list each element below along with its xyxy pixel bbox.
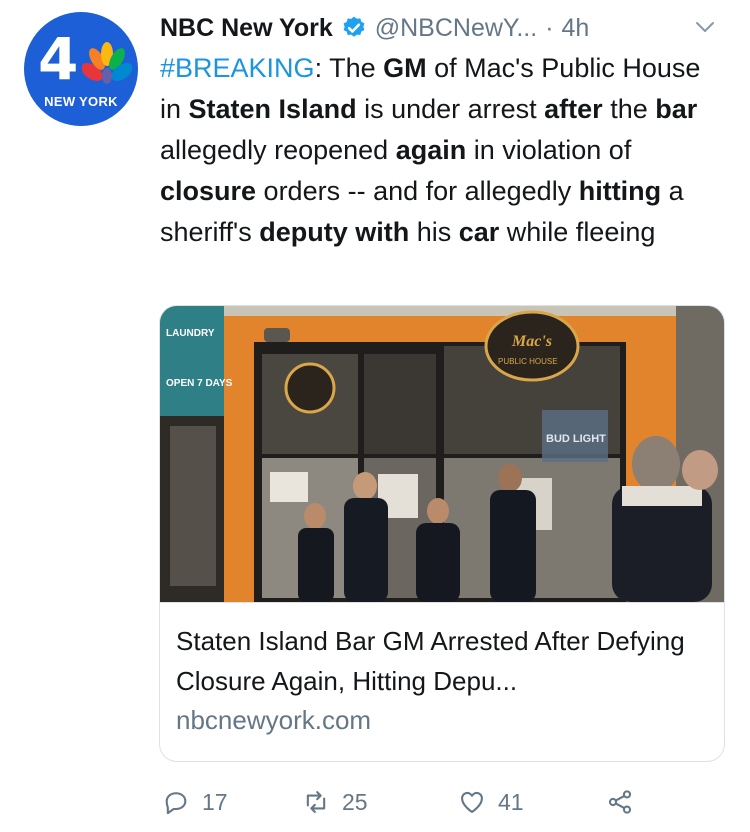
retweet-icon bbox=[306, 791, 326, 813]
tweet-text-segment: allegedly reopened bbox=[160, 135, 396, 165]
reply-count: 17 bbox=[202, 788, 228, 815]
hashtag-link[interactable]: #BREAKING bbox=[160, 53, 315, 83]
card-text-area[interactable]: Staten Island Bar GM Arrested After Defy… bbox=[160, 602, 724, 761]
tweet-text-bold: Staten Island bbox=[188, 94, 357, 124]
heart-icon bbox=[461, 791, 483, 813]
tweet-text-bold: car bbox=[458, 217, 500, 247]
tweet-header: NBC New York @NBCNewY... · 4h bbox=[160, 8, 589, 48]
tweet-text-bold: GM bbox=[383, 53, 427, 83]
tweet-text-bold: closure bbox=[160, 176, 257, 206]
open-days-sign-text: OPEN 7 DAYS bbox=[166, 378, 233, 389]
like-button[interactable]: 41 bbox=[458, 784, 524, 820]
tweet-text-segment: his bbox=[409, 217, 459, 247]
share-icon bbox=[608, 790, 632, 814]
account-name[interactable]: NBC New York bbox=[160, 14, 333, 43]
tweet-text-bold: bar bbox=[655, 94, 698, 124]
card-title[interactable]: Staten Island Bar GM Arrested After Defy… bbox=[176, 621, 706, 701]
tweet-text-segment: in violation of bbox=[466, 135, 632, 165]
tweet-text-segment: is under arrest bbox=[356, 94, 545, 124]
article-image: LAUNDRY OPEN 7 DAYS Mac's PUBLIC HOUSE B… bbox=[160, 306, 724, 602]
reply-icon bbox=[165, 792, 187, 815]
account-handle[interactable]: @NBCNewY... bbox=[375, 14, 537, 43]
bud-light-sign-text: BUD LIGHT bbox=[546, 433, 606, 445]
tweet-actions: 17 25 41 bbox=[162, 784, 682, 820]
reply-button[interactable]: 17 bbox=[162, 784, 228, 820]
laundry-sign-text: LAUNDRY bbox=[166, 328, 215, 339]
tweet-text: #BREAKING: The GM of Mac's Public House … bbox=[160, 48, 720, 253]
verified-badge-icon bbox=[343, 16, 365, 37]
chevron-down-icon[interactable] bbox=[694, 16, 716, 38]
card-domain: nbcnewyork.com bbox=[176, 705, 372, 735]
tweet-text-bold: deputy with bbox=[259, 217, 410, 247]
avatar-channel-number: 4 bbox=[38, 25, 78, 93]
tweet-text-segment: orders -- and for allegedly bbox=[256, 176, 579, 206]
timestamp-separator: · bbox=[545, 13, 554, 42]
like-count: 41 bbox=[498, 788, 524, 815]
share-button[interactable] bbox=[606, 784, 634, 820]
tweet-text-bold: after bbox=[544, 94, 603, 124]
tweet-text-segment: : The bbox=[314, 53, 384, 83]
retweet-count: 25 bbox=[342, 788, 368, 815]
tweet-text-bold: hitting bbox=[578, 176, 662, 206]
link-preview-card[interactable]: LAUNDRY OPEN 7 DAYS Mac's PUBLIC HOUSE B… bbox=[159, 305, 725, 762]
retweet-button[interactable]: 25 bbox=[302, 784, 368, 820]
account-avatar[interactable]: 4 NEW YORK bbox=[24, 12, 138, 126]
tweet-text-segment: the bbox=[602, 94, 656, 124]
tweet-timestamp[interactable]: 4h bbox=[562, 14, 590, 43]
public-house-sign-text: PUBLIC HOUSE bbox=[498, 357, 558, 366]
tweet-text-segment: while fleeing bbox=[499, 217, 656, 247]
nbc-peacock-icon bbox=[82, 42, 132, 84]
avatar-new-york-text: NEW YORK bbox=[44, 94, 118, 109]
tweet-text-bold: again bbox=[395, 135, 467, 165]
macs-sign-text: Mac's bbox=[511, 333, 552, 350]
